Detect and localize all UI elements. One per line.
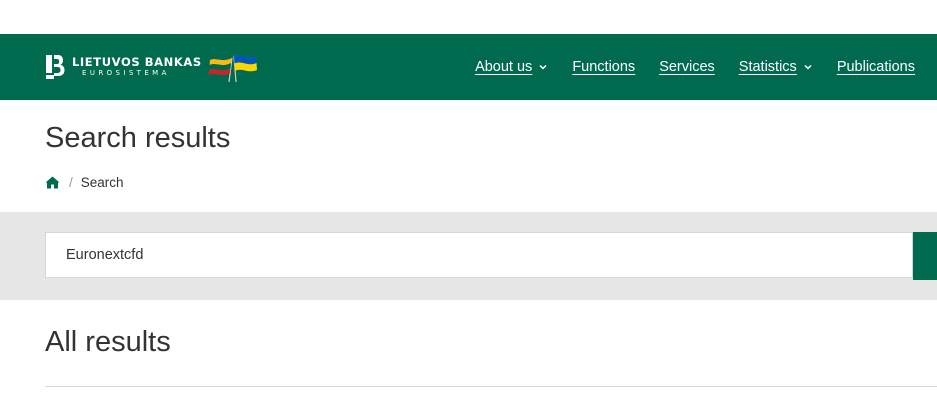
logo-subtitle: EUROSISTEMA: [82, 69, 170, 77]
chevron-down-icon: [539, 64, 547, 70]
lb-logo-icon: [46, 55, 65, 79]
logo-title: LIETUVOS BANKAS: [72, 55, 202, 69]
results-divider: [45, 386, 937, 387]
nav-services[interactable]: Services: [659, 59, 715, 75]
breadcrumb: / Search: [45, 172, 124, 192]
nav-services-label: Services: [659, 59, 715, 75]
nav-about-us[interactable]: About us: [475, 59, 548, 75]
home-icon: [45, 176, 60, 188]
breadcrumb-separator: /: [69, 174, 73, 190]
page-title: Search results: [45, 122, 231, 154]
main-nav: About us Functions Services Statistics P…: [451, 34, 915, 100]
breadcrumb-home[interactable]: [45, 176, 60, 189]
nav-statistics[interactable]: Statistics: [739, 59, 813, 75]
nav-functions[interactable]: Functions: [572, 59, 635, 75]
logo-text: LIETUVOS BANKAS EUROSISTEMA: [72, 56, 202, 78]
nav-functions-label: Functions: [572, 59, 636, 75]
search-input[interactable]: [45, 232, 913, 278]
flags-icon: [208, 55, 257, 82]
search-section: [0, 212, 937, 300]
nav-publications[interactable]: Publications: [837, 59, 915, 75]
lithuania-flag-icon: [208, 57, 233, 82]
nav-about-us-label: About us: [475, 59, 533, 75]
ukraine-flag-icon: [233, 55, 257, 82]
results-title: All results: [45, 326, 171, 358]
search-button[interactable]: [913, 232, 937, 280]
nav-statistics-label: Statistics: [738, 59, 797, 75]
breadcrumb-current: Search: [80, 174, 124, 190]
chevron-down-icon: [804, 64, 812, 70]
nav-publications-label: Publications: [836, 59, 915, 75]
top-navigation-bar: LIETUVOS BANKAS EUROSISTEMA About us Fun…: [0, 34, 937, 100]
site-logo[interactable]: LIETUVOS BANKAS EUROSISTEMA: [44, 52, 258, 82]
